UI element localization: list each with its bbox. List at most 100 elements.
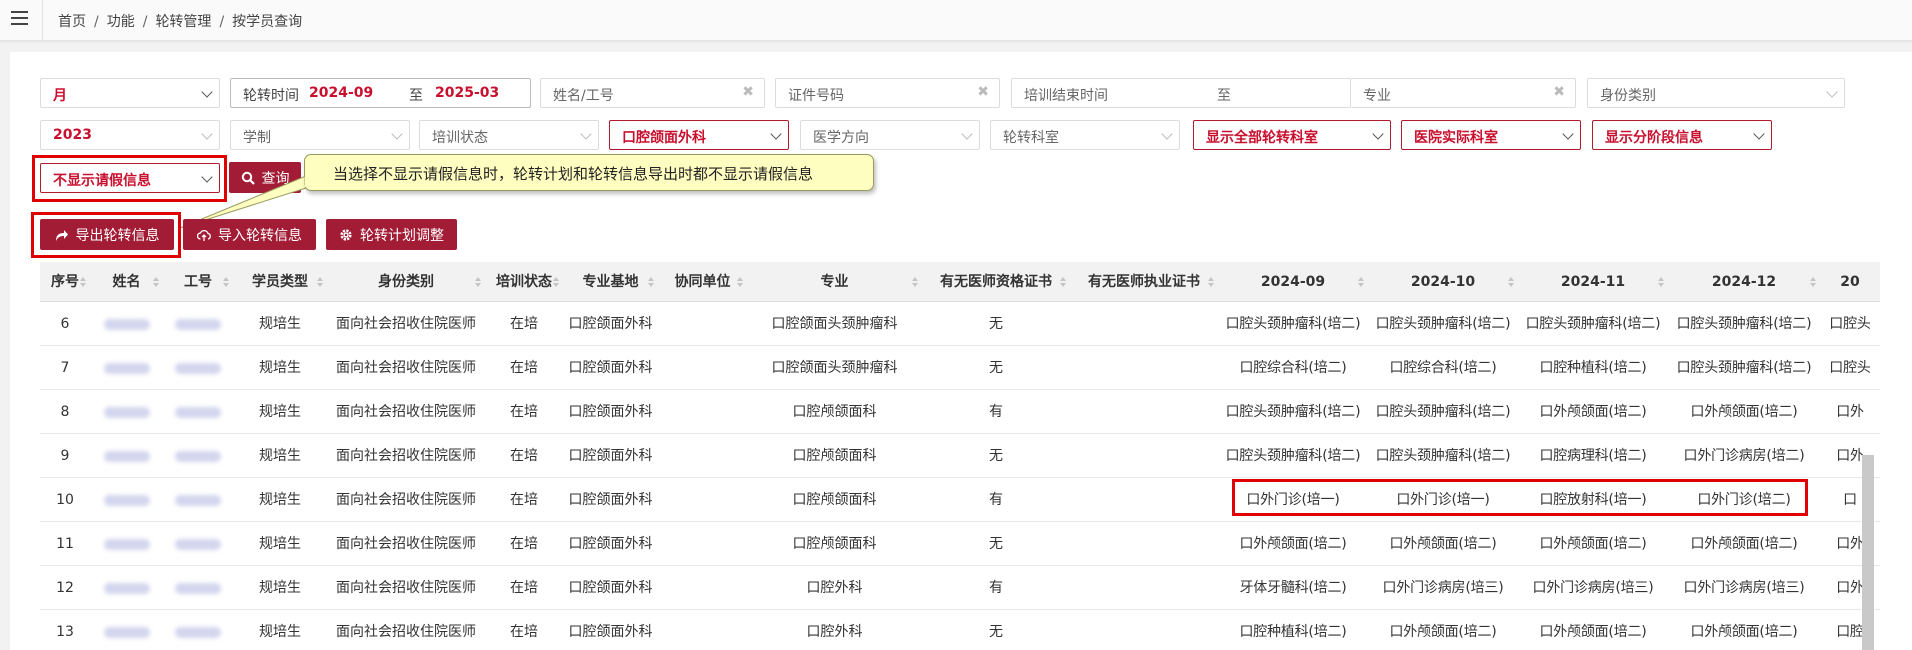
edu-system-select[interactable]: 学制	[230, 120, 410, 150]
table-cell: 口腔颌面外科	[568, 492, 653, 508]
table-cell: 口腔种植科(培二)	[1539, 360, 1647, 376]
column-header[interactable]: 20	[1820, 262, 1880, 302]
table-cell: 口外颅颌面(培二)	[1690, 536, 1798, 552]
sort-icon[interactable]	[1208, 277, 1214, 287]
adjust-plan-button[interactable]: 轮转计划调整	[326, 219, 457, 250]
query-button[interactable]: 查询	[229, 162, 301, 193]
column-header[interactable]: 专业	[747, 262, 922, 302]
table-cell	[90, 479, 163, 522]
cert-number-input[interactable]: 证件号码 ✖	[775, 78, 1000, 108]
training-end-time-range[interactable]: 培训结束时间至	[1011, 78, 1351, 108]
table-cell	[1070, 391, 1218, 434]
column-header[interactable]: 学员类型	[233, 262, 327, 302]
table-cell	[163, 523, 233, 566]
column-header[interactable]: 培训状态	[485, 262, 563, 302]
table-cell: 口外颅颌面(培二)	[1239, 536, 1347, 552]
column-header-label: 有无医师执业证书	[1088, 274, 1200, 290]
year-select[interactable]: 2023	[40, 120, 220, 150]
sort-icon[interactable]	[1658, 277, 1664, 287]
sort-icon[interactable]	[553, 277, 559, 287]
column-header[interactable]: 工号	[163, 262, 233, 302]
table-cell: 面向社会招收住院医师	[336, 448, 476, 464]
breadcrumb-home[interactable]: 首页	[58, 14, 86, 30]
column-header-label: 2024-10	[1410, 274, 1476, 290]
column-header[interactable]: 2024-12	[1668, 262, 1820, 302]
period-select[interactable]: 月	[40, 78, 220, 108]
identity-select[interactable]: 身份类别	[1587, 78, 1845, 108]
column-header[interactable]: 序号	[40, 262, 90, 302]
sort-icon[interactable]	[475, 277, 481, 287]
sort-icon[interactable]	[223, 277, 229, 287]
column-header[interactable]: 有无医师资格证书	[922, 262, 1070, 302]
gear-icon	[340, 228, 352, 241]
table-row[interactable]: 7 规培生 面向社会招收住院医师 在培 口腔颌面外科 口腔颌面头颈肿瘤科 无 口腔综合科(培二…	[40, 347, 1880, 390]
redacted-text	[175, 494, 221, 506]
vertical-scrollbar[interactable]	[1862, 455, 1874, 650]
sort-icon[interactable]	[737, 277, 743, 287]
column-header[interactable]: 2024-09	[1218, 262, 1368, 302]
sort-icon[interactable]	[1060, 277, 1066, 287]
table-row[interactable]: 6 规培生 面向社会招收住院医师 在培 口腔颌面外科 口腔颌面头颈肿瘤科 无 口腔头颈肿瘤科(…	[40, 303, 1880, 346]
table-cell	[163, 479, 233, 522]
rotation-dept-select[interactable]: 轮转科室	[990, 120, 1180, 150]
table-cell	[1070, 435, 1218, 478]
major-input[interactable]: 专业 ✖	[1351, 78, 1576, 108]
rotation-start-value[interactable]: 2024-09	[309, 85, 373, 101]
table-row[interactable]: 9 规培生 面向社会招收住院医师 在培 口腔颌面外科 口腔颅颌面科 无 口腔头颈肿瘤科(培二)…	[40, 435, 1880, 478]
name-search-input[interactable]: 姓名/工号 ✖	[540, 78, 765, 108]
table-cell: 面向社会招收住院医师	[336, 536, 476, 552]
sort-icon[interactable]	[153, 277, 159, 287]
breadcrumb-function[interactable]: 功能	[107, 14, 135, 30]
hamburger-icon[interactable]	[11, 11, 28, 25]
rotation-time-label: 轮转时间	[243, 88, 299, 104]
sort-icon[interactable]	[648, 277, 654, 287]
column-header[interactable]: 身份类别	[327, 262, 485, 302]
rotation-time-range[interactable]: 轮转时间 2024-09 至 2025-03	[230, 78, 531, 108]
column-header[interactable]: 2024-10	[1368, 262, 1518, 302]
table-cell: 口腔颌面头颈肿瘤科	[771, 360, 898, 376]
clear-icon[interactable]: ✖	[1553, 84, 1565, 100]
sort-icon[interactable]	[1810, 277, 1816, 287]
column-header[interactable]: 2024-11	[1518, 262, 1668, 302]
table-cell: 13	[56, 624, 74, 640]
redacted-text	[103, 362, 150, 374]
column-header[interactable]: 姓名	[90, 262, 163, 302]
training-status-select[interactable]: 培训状态	[419, 120, 599, 150]
column-header[interactable]: 协同单位	[658, 262, 747, 302]
sort-icon[interactable]	[317, 277, 323, 287]
breadcrumb-rotation-management[interactable]: 轮转管理	[155, 14, 211, 30]
column-header[interactable]: 专业基地	[563, 262, 658, 302]
rotation-end-value[interactable]: 2025-03	[435, 85, 499, 101]
table-cell: 面向社会招收住院医师	[336, 404, 476, 420]
table-cell: 口外颅颌面(培二)	[1539, 536, 1647, 552]
clear-icon[interactable]: ✖	[742, 84, 754, 100]
table-cell: 规培生	[259, 536, 301, 552]
table-cell: 在培	[510, 492, 538, 508]
major-base-select[interactable]: 口腔颌面外科	[609, 120, 789, 150]
table-cell: 规培生	[259, 492, 301, 508]
import-rotation-button[interactable]: 导入轮转信息	[183, 219, 316, 250]
sort-icon[interactable]	[1508, 277, 1514, 287]
column-header[interactable]: 有无医师执业证书	[1070, 262, 1218, 302]
show-all-depts-select[interactable]: 显示全部轮转科室	[1193, 120, 1391, 150]
medical-direction-select[interactable]: 医学方向	[800, 120, 980, 150]
table-row[interactable]: 11 规培生 面向社会招收住院医师 在培 口腔颌面外科 口腔颅颌面科 无 口外颅颌面(培二) 口…	[40, 523, 1880, 566]
table-row[interactable]: 12 规培生 面向社会招收住院医师 在培 口腔颌面外科 口腔外科 有 牙体牙髓科(培二) 口外门…	[40, 567, 1880, 610]
sort-icon[interactable]	[80, 277, 86, 287]
show-stages-select[interactable]: 显示分阶段信息	[1592, 120, 1772, 150]
sort-icon[interactable]	[1358, 277, 1364, 287]
redacted-text	[175, 582, 221, 594]
hospital-dept-select[interactable]: 医院实际科室	[1401, 120, 1581, 150]
table-cell: 口腔头颈肿瘤科(培二)	[1225, 404, 1361, 420]
table-cell: 规培生	[259, 360, 301, 376]
table-row[interactable]: 13 规培生 面向社会招收住院医师 在培 口腔颌面外科 口腔外科 无 口腔种植科(培二) 口外颅…	[40, 611, 1880, 650]
table-body: 6 规培生 面向社会招收住院医师 在培 口腔颌面外科 口腔颌面头颈肿瘤科无口腔头颈肿瘤科(…	[40, 303, 1880, 650]
highlight-box	[31, 212, 181, 258]
table-cell: 口腔头颈肿瘤科(培二)	[1676, 316, 1812, 332]
sort-icon[interactable]	[912, 277, 918, 287]
table-cell	[658, 611, 747, 650]
table-cell: 12	[56, 580, 74, 596]
clear-icon[interactable]: ✖	[977, 84, 989, 100]
table-cell	[658, 567, 747, 610]
table-row[interactable]: 8 规培生 面向社会招收住院医师 在培 口腔颌面外科 口腔颅颌面科 有 口腔头颈肿瘤科(培二)…	[40, 391, 1880, 434]
